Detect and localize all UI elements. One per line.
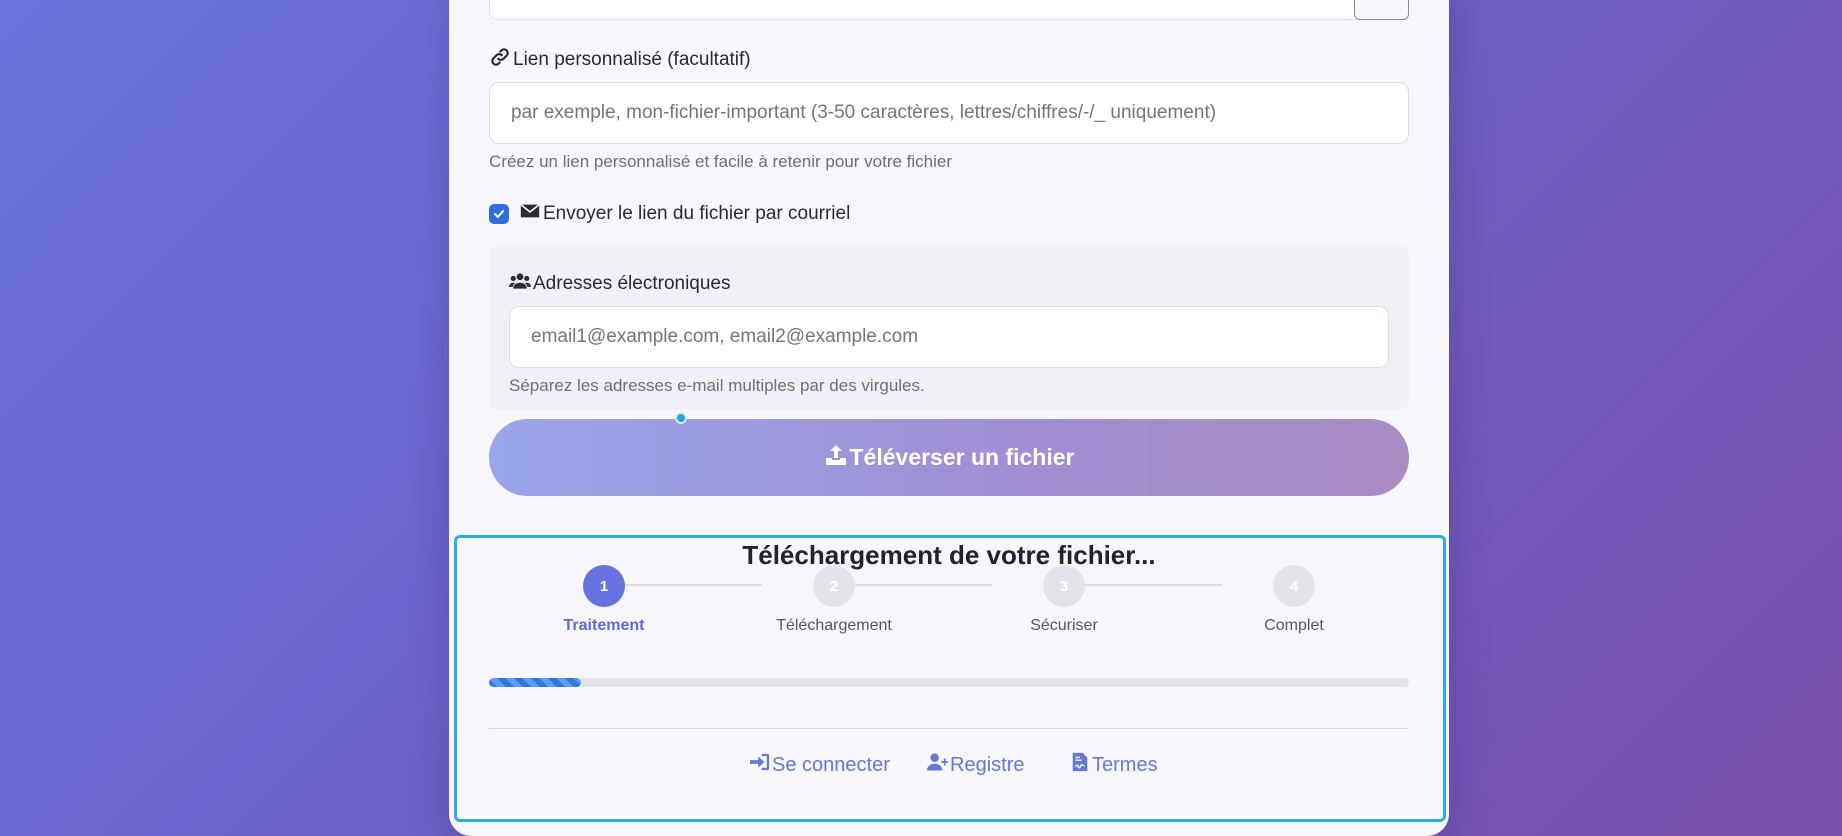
custom-link-hint: Créez un lien personnalisé et facile à r…: [489, 152, 953, 171]
envelope-icon: [519, 200, 541, 228]
step-2-circle: 2: [813, 565, 855, 607]
file-contract-icon: [1069, 752, 1091, 778]
sign-in-icon: [749, 752, 771, 778]
step-2-label: Téléchargement: [776, 617, 892, 634]
terms-link-label: Termes: [1092, 753, 1158, 776]
register-link-label: Registre: [950, 753, 1025, 776]
login-link-label: Se connecter: [772, 753, 890, 776]
link-icon: [489, 46, 511, 74]
progress-bar: [489, 678, 1409, 687]
send-email-label[interactable]: Envoyer le lien du fichier par courriel: [519, 200, 850, 228]
upload-button-label: Téléverser un fichier: [849, 444, 1075, 470]
register-link[interactable]: Registre: [927, 752, 1024, 778]
emails-label-text: Adresses électroniques: [533, 273, 731, 294]
login-link[interactable]: Se connecter: [749, 752, 890, 778]
previous-input-button[interactable]: [1354, 0, 1409, 20]
progress-bar-fill: [489, 678, 581, 687]
step-3-label: Sécuriser: [1030, 617, 1098, 634]
checkmark-icon: [493, 210, 505, 218]
focus-indicator: [675, 412, 687, 424]
upload-button[interactable]: Téléverser un fichier: [489, 419, 1409, 496]
terms-link[interactable]: Termes: [1069, 752, 1158, 778]
previous-input-field[interactable]: [489, 0, 1409, 20]
footer-divider: [489, 728, 1409, 729]
send-email-option[interactable]: Envoyer le lien du fichier par courriel: [489, 200, 850, 228]
step-1-label: Traitement: [563, 617, 645, 634]
send-email-label-text: Envoyer le lien du fichier par courriel: [543, 203, 851, 224]
upload-icon: [824, 443, 848, 473]
step-1-circle: 1: [583, 565, 625, 607]
custom-link-input[interactable]: [489, 82, 1409, 144]
user-plus-icon: [927, 752, 949, 778]
step-4-circle: 4: [1273, 565, 1315, 607]
custom-link-label-text: Lien personnalisé (facultatif): [513, 49, 751, 70]
upload-card: Lien personnalisé (facultatif) Créez un …: [449, 0, 1449, 836]
custom-link-label: Lien personnalisé (facultatif): [489, 46, 751, 74]
step-3-circle: 3: [1043, 565, 1085, 607]
step-4-label: Complet: [1264, 617, 1324, 634]
emails-hint: Séparez les adresses e-mail multiples pa…: [509, 376, 925, 395]
emails-input[interactable]: [509, 306, 1389, 368]
users-icon: [509, 270, 531, 298]
send-email-checkbox[interactable]: [489, 204, 509, 224]
emails-label: Adresses électroniques: [509, 270, 731, 298]
